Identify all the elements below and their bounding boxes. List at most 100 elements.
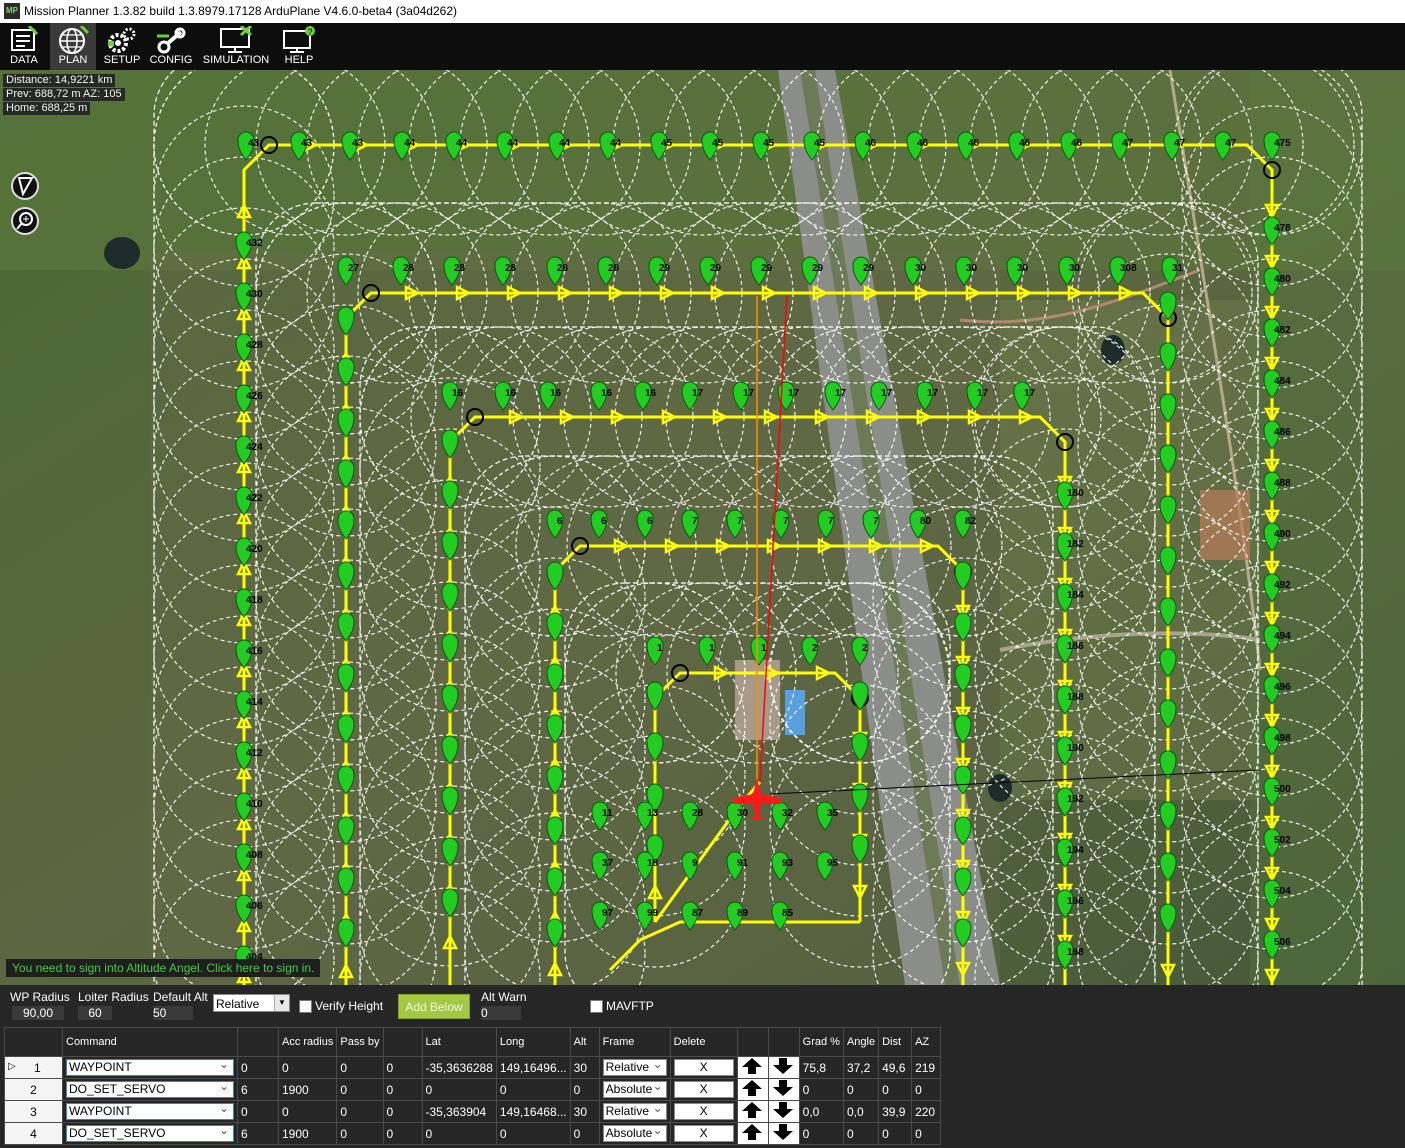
angle-cell[interactable]: 37,2 [842,1056,880,1079]
grad-cell[interactable]: 0 [798,1122,844,1145]
lat-cell[interactable]: 0 [421,1078,497,1101]
pass-by-cell[interactable]: 0 [336,1078,384,1101]
map-view[interactable]: 43 43 43 44 44 44 44 44 45 45 45 45 46 46 46 46 46 47 47 47… [0,70,1405,985]
lat-cell[interactable]: -35,363904 [421,1100,497,1123]
param4-cell[interactable]: 0 [382,1122,423,1145]
move-down-button[interactable] [767,1078,800,1101]
delete-button[interactable]: X [669,1122,738,1145]
toolbar-plan-button[interactable]: PLAN [50,23,96,70]
delete-x-button[interactable]: X [673,1059,734,1076]
altitude-angel-signin-link[interactable]: You need to sign into Altitude Angel. Cl… [6,959,321,977]
acc-radius-cell[interactable]: 0 [277,1100,338,1123]
lat-cell[interactable]: 0 [421,1122,497,1145]
delete-button[interactable]: X [669,1078,738,1101]
command-dropdown[interactable]: WAYPOINT [66,1058,234,1076]
move-up-button[interactable] [736,1100,769,1123]
alt-cell[interactable]: 30 [569,1056,600,1079]
wp-radius-input[interactable]: 90,00 [12,1006,64,1020]
delete-x-button[interactable]: X [673,1103,734,1120]
alt-warn-input[interactable]: 0 [481,1006,521,1020]
pass-by-cell[interactable]: 0 [336,1056,384,1079]
row-index[interactable]: 3 [4,1100,63,1123]
frame-dropdown[interactable]: Relative [602,1058,667,1076]
acc-radius-cell[interactable]: 1900 [277,1078,338,1101]
verify-height-checkbox[interactable] [299,1000,312,1013]
frame-dropdown[interactable]: Relative [602,1102,667,1120]
toolbar-setup-button[interactable]: SETUP [100,23,144,70]
delete-button[interactable]: X [669,1100,738,1123]
command-dropdown[interactable]: DO_SET_SERVO [66,1124,234,1142]
frame-dropdown[interactable]: Absolute [602,1080,667,1098]
toolbar-simulation-button[interactable]: SIMULATION [198,23,274,70]
long-cell[interactable]: 0 [495,1122,571,1145]
move-up-button[interactable] [736,1078,769,1101]
grad-cell[interactable]: 75,8 [798,1056,844,1079]
long-cell[interactable]: 149,16468... [495,1100,571,1123]
az-cell[interactable]: 0 [911,1078,942,1101]
frame-select[interactable]: Absolute [598,1122,671,1145]
lat-cell[interactable]: -35,3636288 [421,1056,497,1079]
move-down-button[interactable] [767,1056,800,1079]
param1-cell[interactable]: 6 [237,1078,279,1101]
delete-x-button[interactable]: X [673,1125,734,1142]
frame-dropdown[interactable]: Absolute [602,1124,667,1142]
param1-cell[interactable]: 6 [237,1122,279,1145]
table-row[interactable]: 2DO_SET_SERVO6190000000AbsoluteX0000 [4,1078,942,1101]
dist-cell[interactable]: 49,6 [878,1056,913,1079]
row-index[interactable]: 2 [4,1078,63,1101]
angle-cell[interactable]: 0 [842,1122,880,1145]
alt-cell[interactable]: 30 [569,1100,600,1123]
compass-button[interactable] [11,172,39,200]
dist-cell[interactable]: 0 [878,1122,913,1145]
param1-cell[interactable]: 0 [237,1100,279,1123]
toolbar-config-button[interactable]: CONFIG [148,23,194,70]
loiter-radius-input[interactable]: 60 [78,1006,112,1020]
param4-cell[interactable]: 0 [382,1056,423,1079]
long-cell[interactable]: 149,16496... [495,1056,571,1079]
frame-select[interactable]: Absolute [598,1078,671,1101]
default-alt-input[interactable]: 50 [153,1006,193,1020]
table-row[interactable]: ▷1WAYPOINT0000-35,3636288149,16496...30R… [4,1056,942,1079]
altitude-frame-select[interactable]: Relative ▼ [213,994,290,1012]
param4-cell[interactable]: 0 [382,1078,423,1101]
pass-by-cell[interactable]: 0 [336,1100,384,1123]
grad-cell[interactable]: 0 [798,1078,844,1101]
long-cell[interactable]: 0 [495,1078,571,1101]
az-cell[interactable]: 219 [911,1056,942,1079]
angle-cell[interactable]: 0,0 [842,1100,880,1123]
add-below-button[interactable]: Add Below [398,994,470,1019]
angle-cell[interactable]: 0 [842,1078,880,1101]
table-row[interactable]: 4DO_SET_SERVO6190000000AbsoluteX0000 [4,1122,942,1145]
row-index[interactable]: ▷ 1 [4,1056,63,1079]
command-select[interactable]: DO_SET_SERVO [62,1078,238,1101]
command-select[interactable]: WAYPOINT [62,1056,238,1079]
move-up-button[interactable] [736,1122,769,1145]
table-row[interactable]: 3WAYPOINT0000-35,363904149,16468...30Rel… [4,1100,942,1123]
mission-map[interactable]: 43 43 43 44 44 44 44 44 45 45 45 45 46 46 46 46 46 47 47 47… [0,70,1405,985]
move-up-button[interactable] [736,1056,769,1079]
alt-cell[interactable]: 0 [569,1078,600,1101]
command-dropdown[interactable]: WAYPOINT [66,1102,234,1120]
move-down-button[interactable] [767,1100,800,1123]
delete-x-button[interactable]: X [673,1081,734,1098]
az-cell[interactable]: 0 [911,1122,942,1145]
command-select[interactable]: DO_SET_SERVO [62,1122,238,1145]
az-cell[interactable]: 220 [911,1100,942,1123]
param4-cell[interactable]: 0 [382,1100,423,1123]
mavftp-checkbox[interactable] [590,1000,603,1013]
zoom-button[interactable] [11,207,39,235]
move-down-button[interactable] [767,1122,800,1145]
acc-radius-cell[interactable]: 0 [277,1056,338,1079]
row-index[interactable]: 4 [4,1122,63,1145]
delete-button[interactable]: X [669,1056,738,1079]
frame-select[interactable]: Relative [598,1056,671,1079]
pass-by-cell[interactable]: 0 [336,1122,384,1145]
dist-cell[interactable]: 0 [878,1078,913,1101]
dist-cell[interactable]: 39,9 [878,1100,913,1123]
command-select[interactable]: WAYPOINT [62,1100,238,1123]
grad-cell[interactable]: 0,0 [798,1100,844,1123]
command-dropdown[interactable]: DO_SET_SERVO [66,1080,234,1098]
acc-radius-cell[interactable]: 1900 [277,1122,338,1145]
frame-select[interactable]: Relative [598,1100,671,1123]
toolbar-help-button[interactable]: ? HELP [278,23,320,70]
